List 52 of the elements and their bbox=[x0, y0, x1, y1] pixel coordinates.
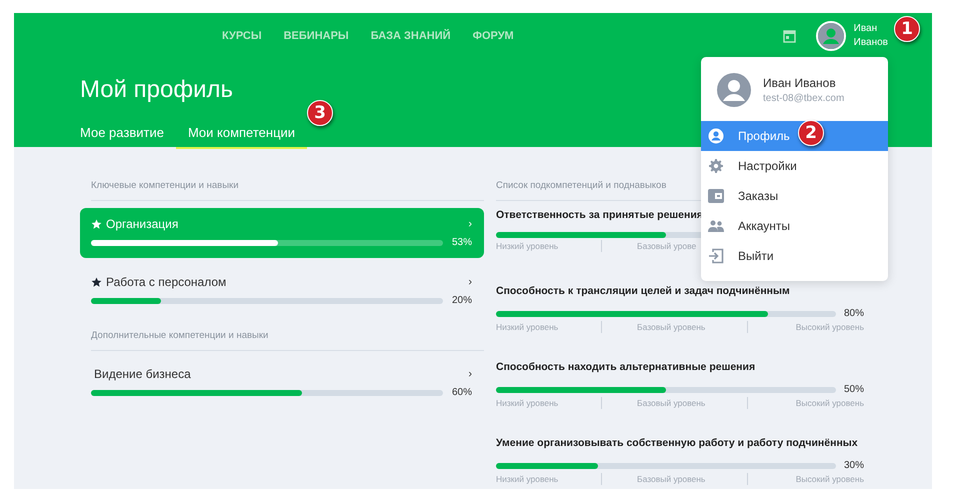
level-label: Базовый уровень bbox=[637, 398, 706, 408]
subcompetency-title: Способность находить альтернативные решения bbox=[496, 361, 756, 373]
section-heading: Ключевые компетенции и навыки bbox=[91, 180, 484, 201]
user-name: Иван Иванов bbox=[763, 76, 837, 90]
percent-value: 50% bbox=[844, 384, 864, 395]
level-label: Базовый урове bbox=[637, 241, 696, 251]
section-heading: Дополнительные компетенции и навыки bbox=[91, 330, 484, 351]
menu-item[interactable]: Аккаунты bbox=[701, 211, 888, 241]
level-label: Высокий уровень bbox=[796, 398, 864, 408]
subcompetency-title: Умение организовывать собственную работу и работу подчинённых bbox=[496, 437, 859, 449]
percent-value: 20% bbox=[452, 295, 472, 306]
avatar-icon bbox=[717, 73, 751, 107]
chevron-icon: › bbox=[468, 368, 472, 380]
level-label: Низкий уровень bbox=[496, 241, 558, 251]
level-label: Высокий уровень bbox=[796, 322, 864, 332]
percent-value: 80% bbox=[844, 308, 864, 319]
menu-item[interactable]: Настройки bbox=[701, 151, 888, 181]
nav-link[interactable]: ВЕБИНАРЫ bbox=[284, 30, 349, 42]
chevron-icon: › bbox=[468, 276, 472, 288]
user-name[interactable]: Иван Иванов bbox=[854, 22, 888, 50]
wallet-icon bbox=[708, 189, 724, 203]
subcompetency-title: Способность к трансляции целей и задач подчинённым bbox=[496, 285, 791, 297]
level-label: Базовый уровень bbox=[637, 322, 706, 332]
level-label: Низкий уровень bbox=[496, 474, 558, 484]
people-icon bbox=[708, 220, 724, 232]
nav-link[interactable]: ФОРУМ bbox=[472, 30, 514, 42]
competency-item[interactable]: Организация › 53% bbox=[80, 208, 484, 258]
settings-icon bbox=[709, 159, 723, 173]
page-title: Мой профиль bbox=[80, 75, 234, 105]
competency-item[interactable]: Видение бизнеса › 60% bbox=[80, 358, 484, 408]
person-icon bbox=[708, 128, 724, 144]
level-label: Низкий уровень bbox=[496, 322, 558, 332]
chevron-icon: › bbox=[468, 218, 472, 230]
competency-name: Работа с персоналом bbox=[106, 275, 226, 289]
percent-value: 53% bbox=[452, 237, 472, 248]
nav-link[interactable]: БАЗА ЗНАНИЙ bbox=[370, 30, 451, 42]
user-avatar[interactable] bbox=[816, 21, 846, 51]
level-label: Базовый уровень bbox=[637, 474, 706, 484]
menu-item[interactable]: Выйти bbox=[701, 241, 888, 271]
logout-icon bbox=[708, 248, 724, 264]
percent-value: 60% bbox=[452, 387, 472, 398]
user-email: test-08@tbex.com bbox=[763, 93, 844, 104]
competency-name: Организация bbox=[106, 217, 178, 231]
calendar-icon[interactable] bbox=[782, 29, 796, 43]
tab[interactable]: Мое развитие bbox=[68, 119, 176, 149]
level-label: Низкий уровень bbox=[496, 398, 558, 408]
competency-name: Видение бизнеса bbox=[94, 367, 191, 381]
subcompetency-title: Ответственность за принятые решения bbox=[496, 209, 704, 221]
competency-item[interactable]: Работа с персоналом › 20% bbox=[80, 266, 484, 316]
percent-value: 30% bbox=[844, 460, 864, 471]
nav-link[interactable]: КУРСЫ bbox=[222, 30, 262, 42]
level-label: Высокий уровень bbox=[796, 474, 864, 484]
